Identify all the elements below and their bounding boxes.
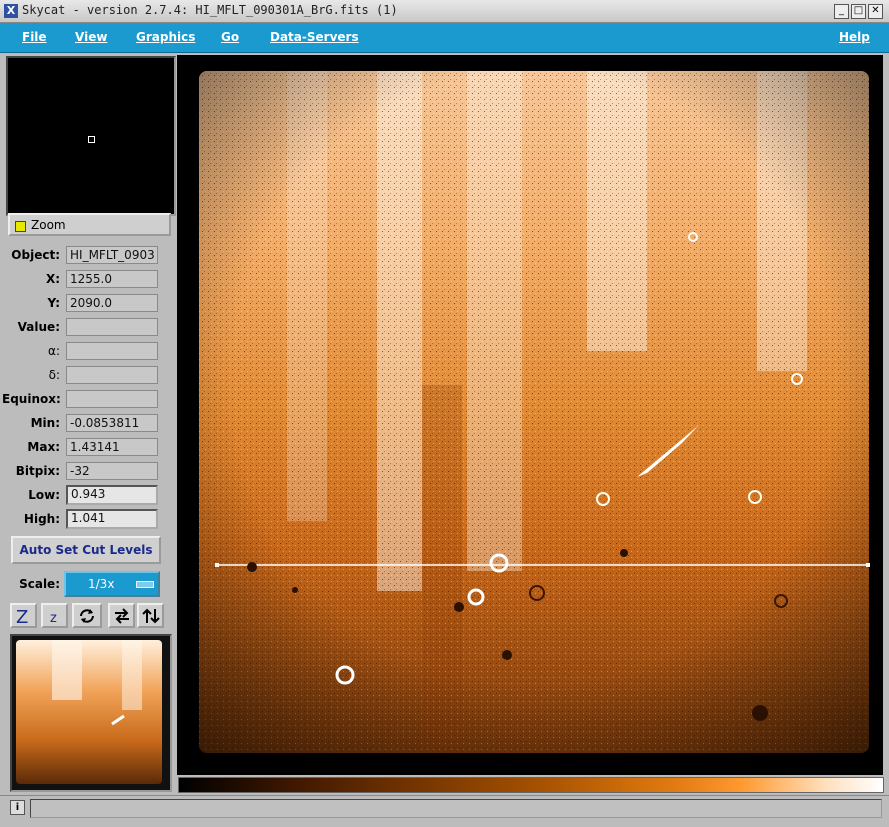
min-label: Min:	[30, 416, 60, 430]
bitpix-field: -32	[66, 462, 158, 480]
status-bar: i	[0, 795, 889, 821]
low-label: Low:	[28, 488, 60, 502]
scale-value: 1/3x	[88, 577, 115, 591]
equinox-field	[66, 390, 158, 408]
rotate-button[interactable]	[72, 603, 102, 628]
delta-label: δ:	[48, 368, 60, 382]
high-cut-input[interactable]: 1.041	[66, 509, 158, 529]
menu-help[interactable]: Help	[839, 30, 870, 44]
zoom-out-icon: z	[50, 611, 57, 625]
title-bar: X Skycat - version 2.7.4: HI_MFLT_090301…	[0, 0, 889, 23]
value-label: Value:	[17, 320, 60, 334]
high-label: High:	[23, 512, 60, 526]
max-field: 1.43141	[66, 438, 158, 456]
value-field	[66, 318, 158, 336]
flip-x-icon	[115, 608, 129, 624]
object-label: Object:	[11, 248, 60, 262]
y-label: Y:	[47, 296, 60, 310]
svg-text:Z: Z	[16, 607, 28, 625]
zoom-cursor-marker	[88, 136, 95, 143]
flip-x-button[interactable]	[108, 603, 135, 628]
status-message	[30, 799, 882, 818]
window-title: Skycat - version 2.7.4: HI_MFLT_090301A_…	[22, 3, 398, 17]
info-icon: i	[10, 800, 25, 815]
x-field: 1255.0	[66, 270, 158, 288]
image-display-canvas[interactable]	[177, 55, 883, 775]
alpha-field	[66, 342, 158, 360]
menu-data-servers[interactable]: Data-Servers	[270, 30, 359, 44]
menu-view[interactable]: View	[75, 30, 107, 44]
zoom-label: Zoom	[31, 218, 66, 232]
x-label: X:	[45, 272, 60, 286]
panner-image	[12, 636, 170, 790]
zoom-in-button[interactable]: Z	[10, 603, 37, 628]
menu-file[interactable]: File	[22, 30, 47, 44]
minimize-icon[interactable]: _	[834, 4, 849, 19]
zoom-checkbox[interactable]	[15, 221, 26, 232]
object-field: HI_MFLT_0903	[66, 246, 158, 264]
low-cut-input[interactable]: 0.943	[66, 485, 158, 505]
close-icon[interactable]: ✕	[868, 4, 883, 19]
fits-image	[177, 55, 883, 775]
bitpix-label: Bitpix:	[15, 464, 60, 478]
equinox-label: Equinox:	[2, 392, 61, 406]
option-menu-indicator-icon	[136, 581, 154, 588]
scale-menu-button[interactable]: 1/3x	[64, 571, 160, 597]
flip-y-icon	[142, 608, 160, 624]
scale-label: Scale:	[19, 577, 60, 591]
flip-y-button[interactable]	[137, 603, 164, 628]
zoom-in-icon: Z	[16, 607, 28, 625]
y-field: 2090.0	[66, 294, 158, 312]
min-field: -0.0853811	[66, 414, 158, 432]
delta-field	[66, 366, 158, 384]
menu-graphics[interactable]: Graphics	[136, 30, 195, 44]
auto-set-cut-levels-button[interactable]: Auto Set Cut Levels	[11, 536, 161, 564]
maximize-icon[interactable]: □	[851, 4, 866, 19]
menu-bar: File View Graphics Go Data-Servers Help	[0, 23, 889, 53]
menu-go[interactable]: Go	[221, 30, 239, 44]
zoom-toggle[interactable]: Zoom	[8, 213, 171, 236]
max-label: Max:	[27, 440, 60, 454]
colormap-bar[interactable]	[178, 777, 884, 793]
alpha-label: α:	[48, 344, 60, 358]
svg-text:z: z	[50, 611, 57, 625]
x-app-icon[interactable]: X	[4, 4, 18, 18]
rotate-icon	[80, 609, 94, 623]
panner-thumbnail[interactable]	[10, 634, 172, 792]
zoom-view[interactable]	[6, 56, 176, 216]
zoom-out-button[interactable]: z	[41, 603, 68, 628]
